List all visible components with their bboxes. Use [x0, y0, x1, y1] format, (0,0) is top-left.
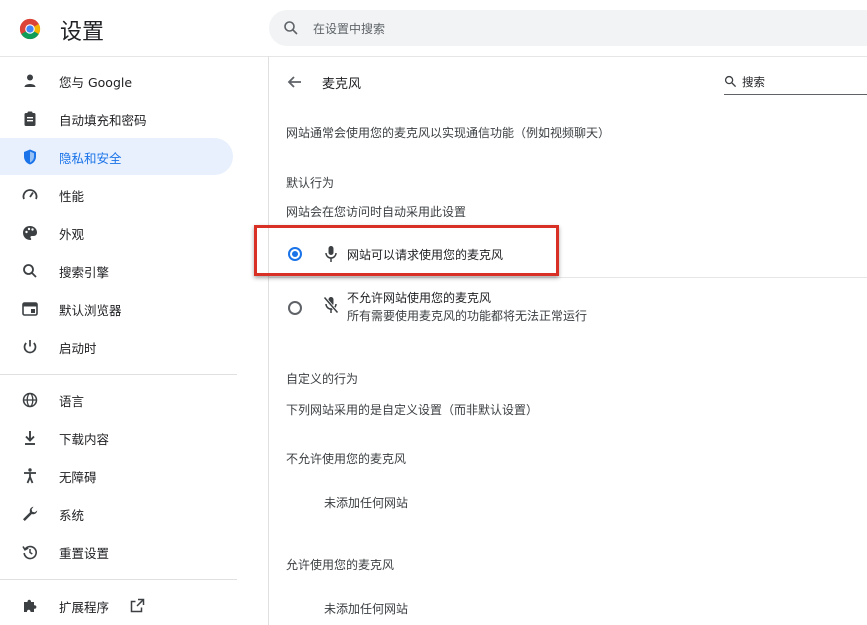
shield-icon [24, 149, 36, 165]
page-title: 麦克风 [322, 77, 362, 92]
accessibility-icon [24, 468, 36, 484]
sidebar-item-search-engine[interactable]: 搜索引擎 [0, 252, 233, 289]
sidebar-item-downloads[interactable]: 下载内容 [0, 419, 233, 456]
clipboard-icon [24, 111, 36, 126]
custom-behavior-subheading: 下列网站采用的是自定义设置（而非默认设置） [286, 403, 539, 417]
sidebar-item-system[interactable]: 系统 [0, 495, 233, 532]
settings-search[interactable] [269, 10, 867, 46]
sidebar-item-default-browser[interactable]: 默认浏览器 [0, 290, 233, 327]
sidebar-item-autofill[interactable]: 自动填充和密码 [0, 100, 233, 137]
reset-icon [22, 545, 37, 560]
page-search-input[interactable] [740, 72, 867, 92]
search-icon [284, 21, 298, 35]
open-external-icon[interactable] [130, 598, 145, 613]
page-description: 网站通常会使用您的麦克风以实现通信功能（例如视频聊天） [286, 126, 611, 140]
search-icon [724, 75, 737, 88]
search-input[interactable] [311, 17, 715, 41]
highlight-annotation [254, 225, 559, 276]
blocked-sites-empty: 未添加任何网站 [324, 496, 409, 510]
sidebar-item-appearance[interactable]: 外观 [0, 214, 233, 251]
radio-block[interactable] [288, 301, 302, 315]
sidebar: 您与 Google 自动填充和密码 隐私和安全 性能 外观 搜索引擎 默认浏览器… [0, 56, 250, 625]
wrench-icon [23, 506, 38, 521]
row-divider [269, 277, 867, 278]
sidebar-item-extensions[interactable]: 扩展程序 [0, 587, 233, 624]
browser-window-icon [22, 302, 38, 316]
blocked-sites-heading: 不允许使用您的麦克风 [286, 452, 407, 466]
sidebar-item-reset[interactable]: 重置设置 [0, 533, 233, 570]
chrome-logo-icon [19, 18, 41, 40]
page-search[interactable] [724, 72, 867, 95]
sidebar-item-privacy-security[interactable]: 隐私和安全 [0, 138, 233, 175]
sidebar-item-performance[interactable]: 性能 [0, 176, 233, 213]
main-content: 麦克风 网站通常会使用您的麦克风以实现通信功能（例如视频聊天） 默认行为 网站会… [269, 56, 867, 625]
palette-icon [23, 226, 37, 240]
option-block[interactable]: 不允许网站使用您的麦克风 所有需要使用麦克风的功能都将无法正常运行 [269, 282, 867, 330]
sidebar-divider [0, 374, 237, 375]
back-arrow-icon[interactable] [285, 72, 305, 92]
puzzle-icon [24, 599, 37, 612]
allowed-sites-empty: 未添加任何网站 [324, 602, 409, 616]
custom-behavior-heading: 自定义的行为 [286, 372, 359, 386]
sidebar-divider [0, 579, 237, 580]
default-behavior-heading: 默认行为 [286, 176, 335, 190]
option-label: 不允许网站使用您的麦克风 [347, 291, 492, 305]
option-sublabel: 所有需要使用麦克风的功能都将无法正常运行 [347, 309, 588, 323]
allowed-sites-heading: 允许使用您的麦克风 [286, 558, 395, 572]
search-icon [23, 264, 37, 278]
person-icon [24, 74, 36, 87]
microphone-off-icon [323, 296, 339, 314]
sidebar-item-accessibility[interactable]: 无障碍 [0, 457, 233, 494]
speedometer-icon [22, 189, 38, 200]
sidebar-item-you-and-google[interactable]: 您与 Google [0, 62, 233, 99]
sidebar-item-on-startup[interactable]: 启动时 [0, 328, 233, 365]
sidebar-item-languages[interactable]: 语言 [0, 381, 233, 418]
globe-icon [22, 392, 38, 408]
app-title: 设置 [60, 20, 105, 45]
header: 设置 [0, 0, 867, 57]
default-behavior-subheading: 网站会在您访问时自动采用此设置 [286, 205, 467, 219]
download-icon [25, 431, 35, 445]
power-icon [23, 340, 37, 354]
